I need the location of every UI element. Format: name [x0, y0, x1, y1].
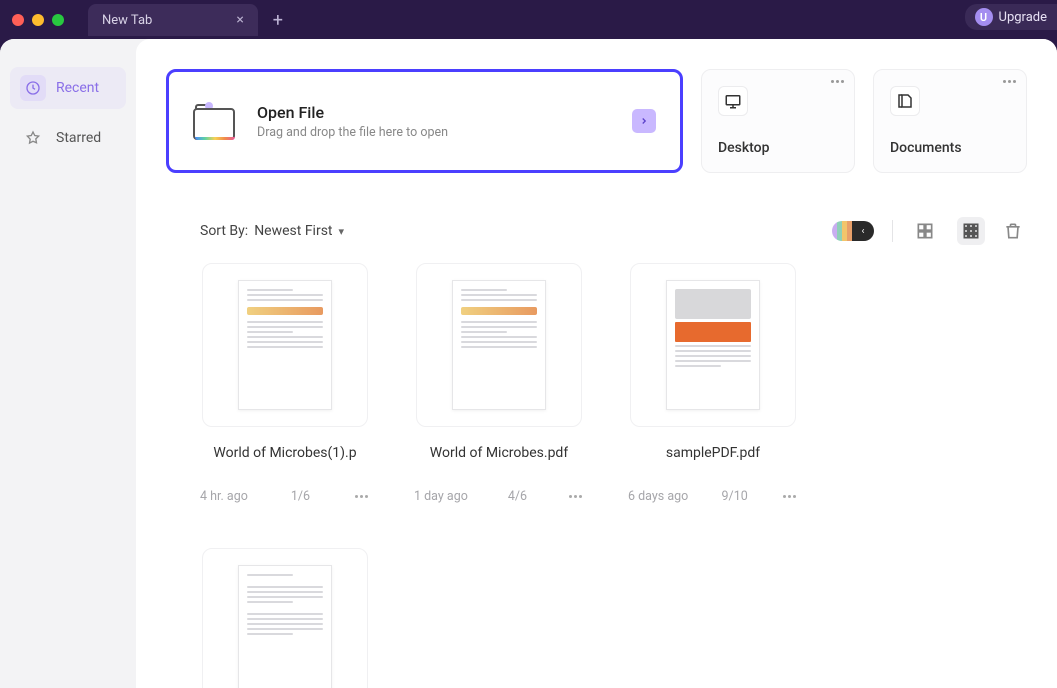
folder-open-icon	[193, 102, 237, 140]
open-file-text: Open File Drag and drop the file here to…	[257, 103, 448, 140]
sidebar: Recent Starred	[0, 39, 136, 688]
open-file-title: Open File	[257, 103, 448, 122]
titlebar: New Tab × + U Upgrade	[0, 0, 1057, 40]
clock-icon	[20, 75, 46, 101]
maximize-window-button[interactable]	[52, 14, 64, 26]
new-tab-button[interactable]: +	[264, 6, 292, 34]
sidebar-item-starred[interactable]: Starred	[10, 117, 126, 159]
tab-new-tab[interactable]: New Tab ×	[88, 4, 258, 36]
documents-icon	[890, 86, 920, 116]
file-pages: 9/10	[722, 489, 748, 504]
divider	[892, 220, 893, 242]
more-icon[interactable]	[353, 493, 370, 500]
close-window-button[interactable]	[12, 14, 24, 26]
sidebar-item-label: Starred	[56, 130, 101, 146]
location-label: Desktop	[718, 140, 838, 156]
avatar: U	[975, 8, 993, 26]
location-card-documents[interactable]: Documents	[873, 69, 1027, 173]
upgrade-label: Upgrade	[999, 10, 1047, 25]
tabs-overview-pill[interactable]: ‹	[832, 221, 874, 241]
file-card[interactable]: World of Microbes(1).p 4 hr. ago 1/6	[200, 263, 370, 504]
file-meta: 1 day ago 4/6	[414, 489, 584, 504]
top-row: Open File Drag and drop the file here to…	[166, 69, 1027, 173]
location-label: Documents	[890, 140, 1010, 156]
more-icon[interactable]	[781, 493, 798, 500]
file-pages: 1/6	[291, 489, 310, 504]
open-file-card[interactable]: Open File Drag and drop the file here to…	[166, 69, 683, 173]
file-thumbnail	[202, 263, 368, 427]
open-file-subtitle: Drag and drop the file here to open	[257, 125, 448, 140]
file-name: World of Microbes.pdf	[430, 445, 568, 479]
file-name: samplePDF.pdf	[666, 445, 760, 479]
file-thumbnail	[416, 263, 582, 427]
window-controls	[12, 14, 64, 26]
chevron-down-icon: ▾	[339, 225, 345, 238]
toolbar: Sort By: Newest First ▾ ‹	[166, 217, 1027, 245]
file-time: 1 day ago	[414, 489, 468, 504]
file-card[interactable]: World of Microbes.pdf 1 day ago 4/6	[414, 263, 584, 504]
file-card[interactable]: samplePDF.pdf 6 days ago 9/10	[628, 263, 798, 504]
tab-strip: New Tab × +	[88, 0, 292, 40]
toolbar-icons: ‹	[832, 217, 1023, 245]
location-card-desktop[interactable]: Desktop	[701, 69, 855, 173]
file-meta: 6 days ago 9/10	[628, 489, 798, 504]
more-icon[interactable]	[567, 493, 584, 500]
upgrade-button[interactable]: U Upgrade	[965, 4, 1057, 30]
file-meta: 4 hr. ago 1/6	[200, 489, 370, 504]
grid-small-icon[interactable]	[957, 217, 985, 245]
sort-prefix: Sort By:	[200, 223, 248, 239]
file-name: World of Microbes(1).p	[213, 445, 356, 479]
trash-icon[interactable]	[1003, 221, 1023, 241]
sidebar-item-recent[interactable]: Recent	[10, 67, 126, 109]
sort-by-dropdown[interactable]: Sort By: Newest First ▾	[200, 223, 344, 239]
file-card[interactable]: PDF-FILE.pdf 6 days ago 1/2	[200, 548, 370, 688]
sidebar-item-label: Recent	[56, 80, 99, 96]
file-pages: 4/6	[508, 489, 527, 504]
star-icon	[20, 125, 46, 151]
file-grid: World of Microbes(1).p 4 hr. ago 1/6	[166, 263, 1027, 688]
sort-value: Newest First	[254, 223, 332, 239]
file-time: 4 hr. ago	[200, 489, 248, 504]
chevron-right-icon[interactable]	[632, 109, 656, 133]
close-tab-icon[interactable]: ×	[236, 13, 243, 27]
file-thumbnail	[630, 263, 796, 427]
content-area: Open File Drag and drop the file here to…	[136, 39, 1057, 688]
grid-large-icon[interactable]	[911, 217, 939, 245]
monitor-icon	[718, 86, 748, 116]
more-icon[interactable]	[831, 80, 844, 83]
file-time: 6 days ago	[628, 489, 688, 504]
tab-label: New Tab	[102, 13, 152, 28]
more-icon[interactable]	[1003, 80, 1016, 83]
file-thumbnail	[202, 548, 368, 688]
main-window: Recent Starred Open File Drag and dro	[0, 39, 1057, 688]
minimize-window-button[interactable]	[32, 14, 44, 26]
